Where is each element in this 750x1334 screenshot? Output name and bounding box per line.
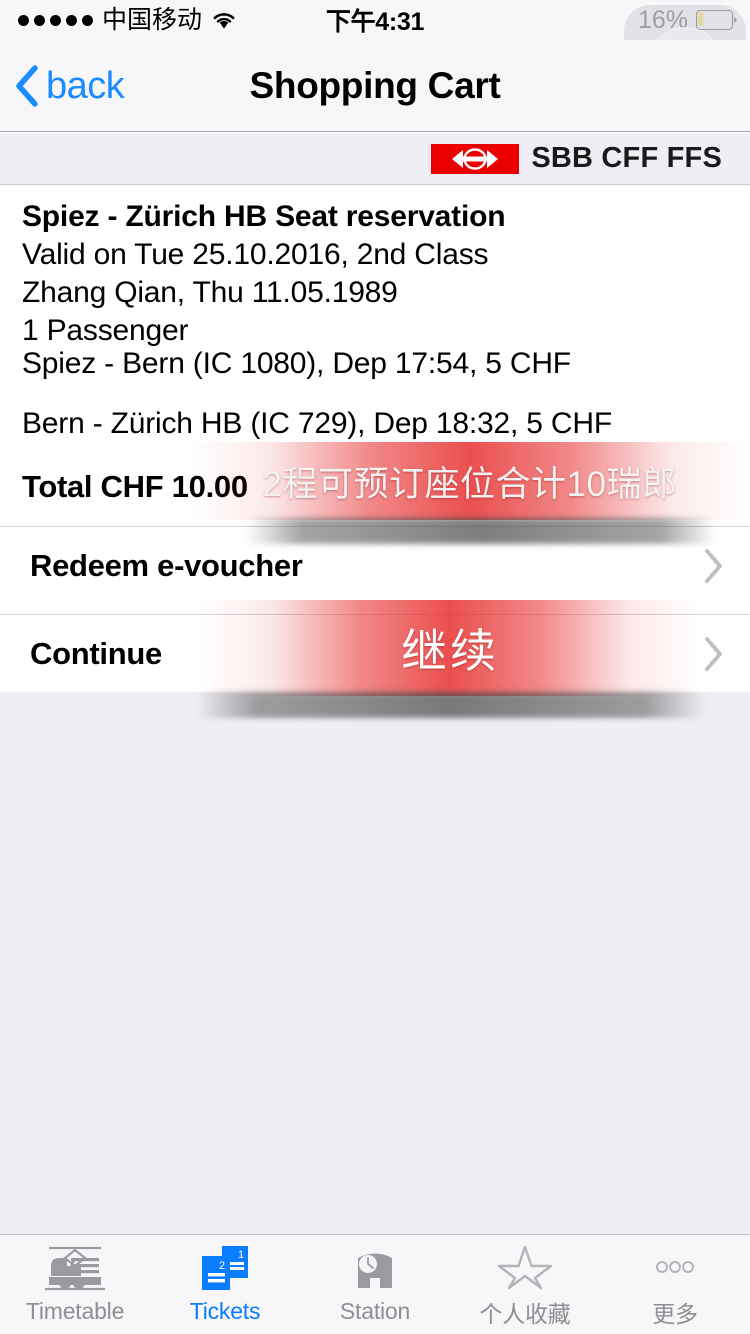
continue-row[interactable]: Continue — [0, 614, 750, 692]
redeem-voucher-row[interactable]: Redeem e-voucher — [0, 526, 750, 604]
more-dots-icon — [644, 1241, 706, 1291]
tab-timetable[interactable]: Timetable — [0, 1235, 150, 1334]
continue-label: Continue — [30, 635, 162, 671]
redeem-voucher-label: Redeem e-voucher — [30, 547, 303, 583]
tab-label: Station — [339, 1298, 411, 1324]
tab-bar: Timetable 1 2 Tickets Station 个人收藏 更多 — [0, 1234, 750, 1334]
chevron-right-icon — [704, 548, 724, 584]
svg-text:1: 1 — [238, 1249, 244, 1261]
tab-more[interactable]: 更多 — [600, 1235, 750, 1334]
tab-label: Tickets — [189, 1298, 261, 1324]
total-label: Total CHF 10.00 — [22, 469, 248, 504]
navigation-bar: back Shopping Cart — [0, 40, 750, 132]
journey-leg: Spiez - Bern (IC 1080), Dep 17:54, 5 CHF — [22, 347, 571, 380]
tickets-icon: 1 2 — [194, 1244, 256, 1294]
total-row: Total CHF 10.00 — [0, 448, 750, 526]
tab-label: 个人收藏 — [479, 1300, 571, 1327]
reservation-validity: Valid on Tue 25.10.2016, 2nd Class — [22, 238, 489, 271]
chevron-right-icon — [704, 636, 724, 672]
app-screen: 中国移动 下午4:31 16% — [0, 0, 750, 1334]
station-clock-icon — [344, 1244, 406, 1294]
svg-text:2: 2 — [219, 1260, 225, 1272]
sbb-logo: SBB CFF FFS — [431, 142, 722, 175]
passenger-name: Zhang Qian, Thu 11.05.1989 — [22, 276, 398, 309]
tab-label: 更多 — [652, 1300, 698, 1327]
cart-card: Spiez - Zürich HB Seat reservation Valid… — [0, 186, 750, 692]
reservation-summary: Spiez - Zürich HB Seat reservation Valid… — [22, 198, 722, 350]
tab-favorites[interactable]: 个人收藏 — [450, 1235, 600, 1334]
sbb-double-arrow-icon — [431, 143, 520, 174]
train-icon — [35, 1244, 115, 1294]
journey-leg: Bern - Zürich HB (IC 729), Dep 18:32, 5 … — [22, 407, 612, 440]
passenger-count: 1 Passenger — [22, 314, 189, 347]
page-background — [0, 692, 750, 1234]
tab-label: Timetable — [25, 1298, 125, 1324]
star-icon — [497, 1241, 553, 1291]
reservation-title: Spiez - Zürich HB Seat reservation — [22, 200, 506, 233]
page-title: Shopping Cart — [249, 65, 501, 106]
tab-tickets[interactable]: 1 2 Tickets — [150, 1235, 300, 1334]
brand-bar: SBB CFF FFS — [0, 133, 750, 185]
tab-station[interactable]: Station — [300, 1235, 450, 1334]
sbb-wordmark: SBB CFF FFS — [531, 142, 722, 174]
